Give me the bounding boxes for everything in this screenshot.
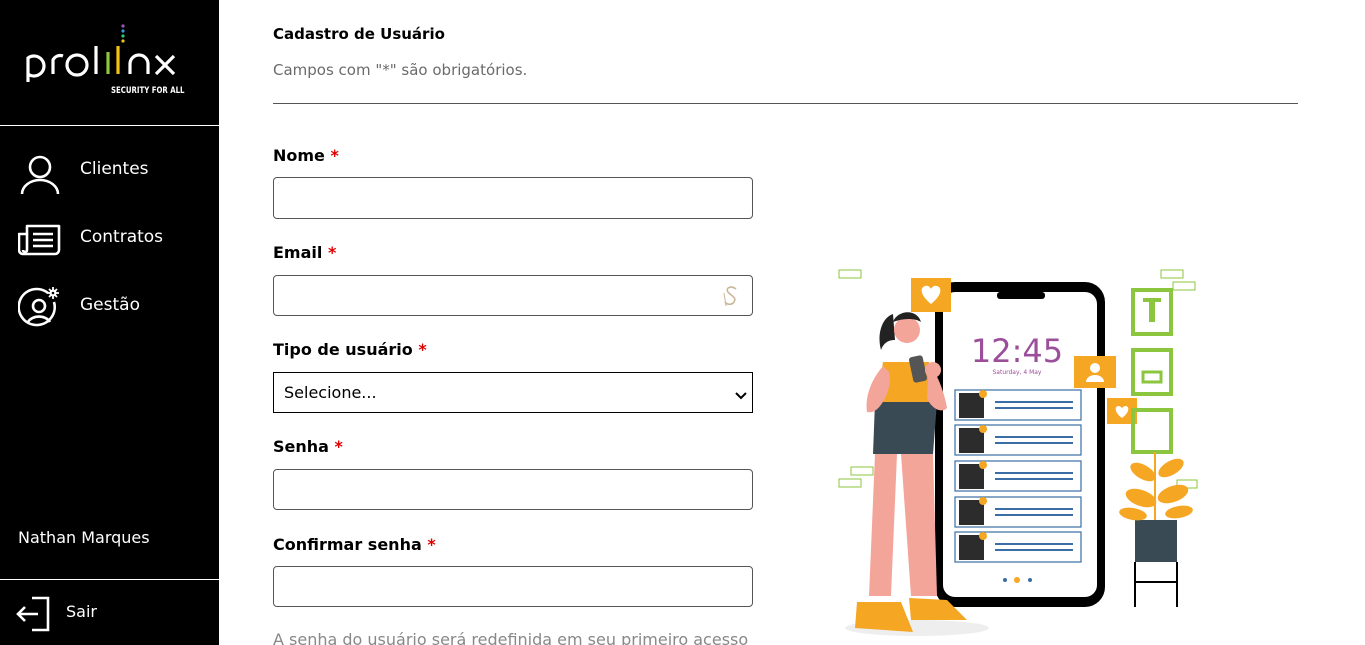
- title-divider: [273, 103, 1298, 104]
- tipo-usuario-label: Tipo de usuário *: [273, 340, 427, 359]
- required-mark: *: [327, 243, 337, 262]
- logo-tagline: SECURITY FOR ALL: [111, 86, 185, 96]
- confirmar-senha-input[interactable]: [273, 566, 753, 607]
- user-gear-icon: [17, 286, 62, 330]
- user-icon: [18, 150, 62, 195]
- nome-label-text: Nome: [273, 146, 325, 165]
- sidebar-item-label: Gestão: [80, 295, 140, 315]
- select-value: Selecione...: [284, 383, 377, 402]
- confirmar-senha-label-text: Confirmar senha: [273, 535, 422, 554]
- sidebar-divider: [0, 579, 219, 580]
- tipo-usuario-select[interactable]: Selecione...: [273, 372, 753, 413]
- email-field-wrapper: [273, 275, 753, 316]
- sidebar-item-label: Contratos: [80, 227, 164, 247]
- email-label-text: Email: [273, 243, 323, 262]
- required-mark: *: [330, 146, 339, 165]
- sidebar-item-clientes[interactable]: Clientes: [0, 142, 219, 198]
- senha-input[interactable]: [273, 469, 753, 510]
- phone-clock: 12:45: [971, 332, 1063, 370]
- required-mark: *: [334, 437, 343, 456]
- social-media-illustration: 12:45 Saturday, 4 May: [837, 262, 1202, 640]
- logout-label: Sair: [66, 602, 97, 621]
- sidebar-divider: [0, 125, 219, 126]
- tipo-usuario-label-text: Tipo de usuário: [273, 340, 413, 359]
- main-content: Cadastro de Usuário Campos com "*" são o…: [219, 0, 1365, 645]
- brand-logo[interactable]: SECURITY FOR ALL: [0, 0, 219, 125]
- prolinx-logo-icon: [26, 24, 176, 82]
- email-label: Email *: [273, 243, 336, 262]
- sidebar-item-gestao[interactable]: Gestão: [0, 278, 219, 334]
- phone-date: Saturday, 4 May: [993, 369, 1042, 376]
- sidebar-item-label: Clientes: [80, 159, 149, 179]
- logout-button[interactable]: Sair: [0, 590, 219, 634]
- newspaper-icon: [17, 218, 62, 262]
- chevron-down-icon: [734, 387, 748, 406]
- senha-label-text: Senha: [273, 437, 329, 456]
- required-mark: *: [418, 340, 427, 359]
- password-manager-icon[interactable]: [719, 284, 743, 312]
- page-title: Cadastro de Usuário: [273, 25, 445, 43]
- senha-label: Senha *: [273, 437, 343, 456]
- logout-icon: [14, 594, 54, 638]
- required-fields-note: Campos com "*" são obrigatórios.: [273, 61, 528, 79]
- email-input[interactable]: [273, 275, 753, 316]
- nome-label: Nome *: [273, 146, 339, 165]
- sidebar-item-contratos[interactable]: Contratos: [0, 210, 219, 266]
- user-name: Nathan Marques: [18, 528, 150, 547]
- nome-input[interactable]: [273, 177, 753, 219]
- password-reset-note: A senha do usuário será redefinida em se…: [273, 630, 749, 645]
- required-mark: *: [427, 535, 436, 554]
- sidebar: SECURITY FOR ALL Clientes Contratos Gest…: [0, 0, 219, 645]
- confirmar-senha-label: Confirmar senha *: [273, 535, 436, 554]
